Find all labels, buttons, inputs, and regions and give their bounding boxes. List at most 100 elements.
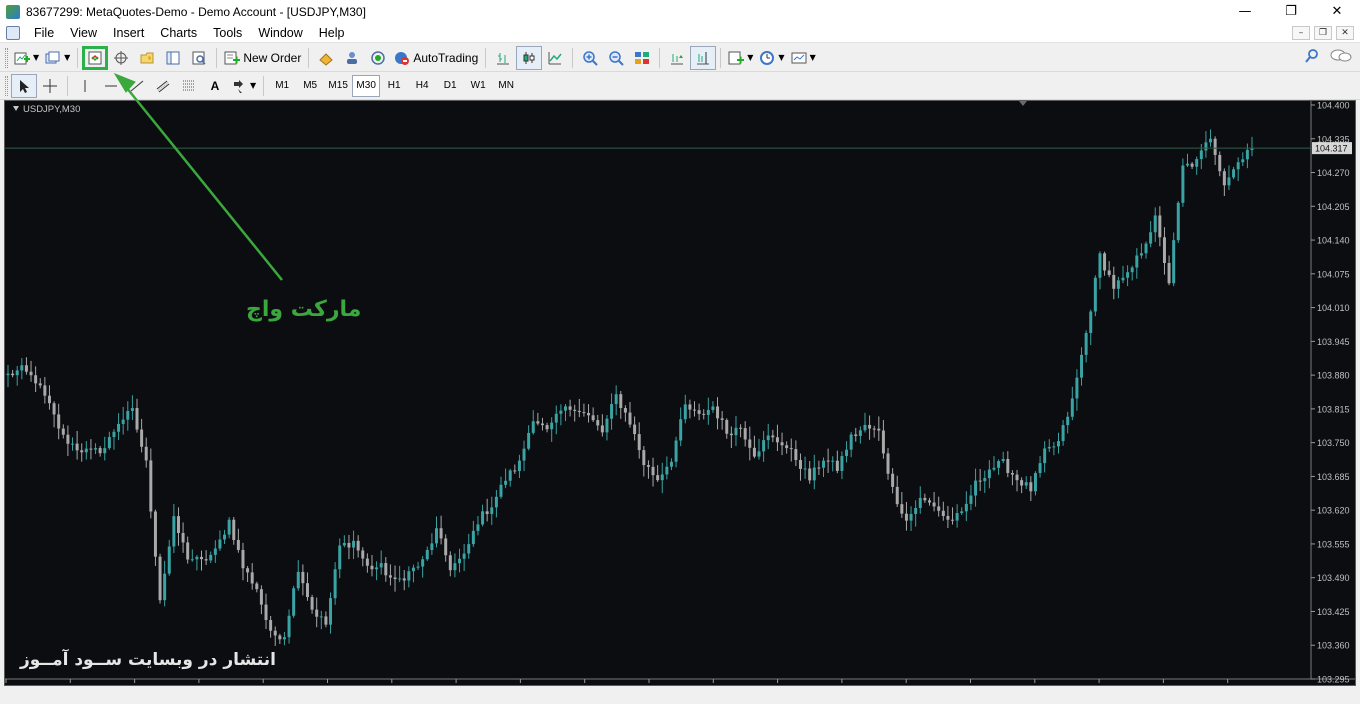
periods-button[interactable]: ▼	[756, 46, 787, 70]
candle-body	[34, 375, 38, 384]
dropdown-arrow-icon: ▼	[250, 81, 257, 90]
timeframe-mn[interactable]: MN	[492, 75, 520, 97]
menu-tools[interactable]: Tools	[205, 23, 250, 43]
strategy-tester-button[interactable]	[186, 46, 212, 70]
signals-button[interactable]	[365, 46, 391, 70]
timeframe-d1[interactable]: D1	[436, 75, 464, 97]
candle-body	[881, 430, 885, 454]
new-order-button[interactable]: New Order	[221, 46, 304, 70]
terminal-button[interactable]	[160, 46, 186, 70]
fibonacci-icon	[183, 80, 195, 90]
templates-button[interactable]: ▼	[788, 46, 819, 70]
chart-window[interactable]: 104.400 104.335 104.270 104.205 104.140 104.0…	[4, 100, 1356, 686]
vertical-line-button[interactable]	[72, 74, 98, 98]
chart-shift-button[interactable]	[690, 45, 717, 70]
chat-icon[interactable]	[1330, 48, 1352, 64]
navigator-button[interactable]	[134, 46, 160, 70]
candle-body	[633, 424, 637, 435]
candle-body	[181, 532, 185, 543]
community-button[interactable]	[339, 46, 365, 70]
periods-icon	[760, 50, 775, 65]
menu-insert[interactable]: Insert	[105, 23, 152, 43]
candle-body	[375, 567, 379, 570]
candle-body	[808, 468, 812, 481]
minimize-button[interactable]: —	[1222, 0, 1268, 23]
market-watch-button[interactable]	[82, 45, 109, 70]
profiles-button[interactable]: ▼	[42, 46, 73, 70]
standard-toolbar: ▼ ▼ New Order AutoTrading ▼ ▼ ▼	[0, 44, 1360, 72]
timeframe-m5[interactable]: M5	[296, 75, 324, 97]
x-tick-label: 22 Jan 13:30	[519, 684, 571, 685]
candle-body	[591, 415, 595, 421]
indicators-button[interactable]: ▼	[725, 46, 756, 70]
menu-window[interactable]: Window	[250, 23, 310, 43]
candle-body	[264, 604, 268, 621]
candle-body	[1195, 159, 1199, 167]
candle-body	[835, 460, 839, 471]
candle-body	[1093, 277, 1097, 312]
zoom-out-button[interactable]	[603, 46, 629, 70]
candle-body	[960, 511, 964, 514]
candle-body	[1015, 474, 1019, 481]
chart-window-icon[interactable]	[6, 25, 20, 40]
maximize-button[interactable]: ❐	[1268, 0, 1314, 23]
candle-body	[1121, 277, 1125, 281]
candle-body	[255, 583, 259, 590]
close-button[interactable]: ✕	[1314, 0, 1360, 23]
line-chart-button[interactable]	[542, 46, 568, 70]
fibonacci-button[interactable]	[176, 74, 202, 98]
candle-body	[762, 440, 766, 452]
metaeditor-button[interactable]	[313, 46, 339, 70]
crosshair-button[interactable]	[37, 74, 63, 98]
candle-body	[969, 495, 973, 504]
candle-body	[909, 513, 913, 521]
equidistant-channel-button[interactable]	[150, 74, 176, 98]
trendline-button[interactable]	[124, 74, 150, 98]
candle-body	[388, 575, 392, 578]
search-icon[interactable]	[1304, 48, 1320, 64]
candlestick-button[interactable]	[516, 45, 543, 70]
data-window-icon	[114, 50, 129, 65]
menu-help[interactable]: Help	[311, 23, 353, 43]
mdi-restore-button[interactable]: ❐	[1314, 26, 1332, 40]
timeframe-m1[interactable]: M1	[268, 75, 296, 97]
autotrading-label: AutoTrading	[413, 50, 479, 65]
timeframe-h1[interactable]: H1	[380, 75, 408, 97]
x-tick-label: 22 Jan 05:30	[455, 684, 507, 685]
candle-body	[863, 424, 867, 431]
toolbar-grip[interactable]	[5, 75, 8, 96]
candle-body	[563, 406, 567, 411]
zoom-in-button[interactable]	[577, 46, 603, 70]
candle-body	[706, 409, 710, 415]
timeframe-m15[interactable]: M15	[324, 75, 352, 97]
mdi-minimize-button[interactable]: –	[1292, 26, 1310, 40]
timeframe-m30[interactable]: M30	[352, 74, 381, 97]
y-tick-label: 103.880	[1317, 371, 1350, 381]
menu-file[interactable]: File	[26, 23, 62, 43]
menu-view[interactable]: View	[62, 23, 105, 43]
candle-body	[24, 365, 28, 372]
new-chart-button[interactable]: ▼	[11, 46, 42, 70]
y-tick-label: 103.360	[1317, 641, 1350, 651]
autoscroll-icon	[671, 53, 684, 64]
horizontal-line-button[interactable]	[98, 74, 124, 98]
timeframe-h4[interactable]: H4	[408, 75, 436, 97]
data-window-button[interactable]	[108, 46, 134, 70]
candle-body	[527, 432, 531, 449]
autoscroll-button[interactable]	[664, 46, 690, 70]
candle-body	[71, 443, 75, 445]
text-tool-icon: A	[210, 78, 220, 93]
candle-body	[1098, 253, 1102, 278]
mdi-close-button[interactable]: ✕	[1336, 26, 1354, 40]
toolbar-grip[interactable]	[5, 47, 8, 68]
arrows-button[interactable]: ▼	[228, 74, 259, 98]
menu-charts[interactable]: Charts	[152, 23, 205, 43]
timeframe-w1[interactable]: W1	[464, 75, 492, 97]
text-tool-button[interactable]: A	[202, 74, 228, 98]
bar-chart-button[interactable]	[490, 46, 516, 70]
autotrading-button[interactable]: AutoTrading	[391, 46, 481, 70]
candle-body	[494, 496, 498, 508]
candle-body	[301, 571, 305, 584]
tile-windows-button[interactable]	[629, 46, 655, 70]
cursor-button[interactable]	[11, 73, 37, 98]
